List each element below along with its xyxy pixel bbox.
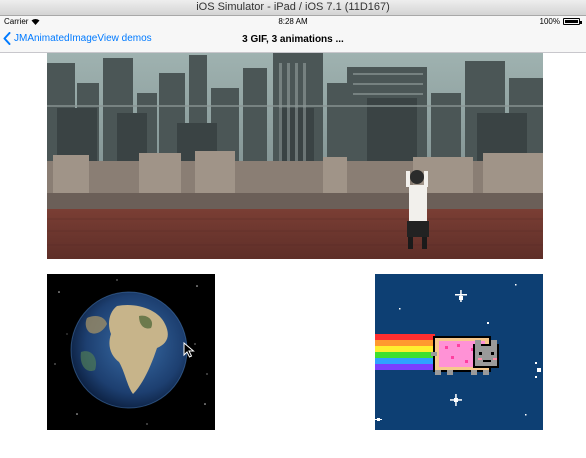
- city-rooftop-gif: [47, 53, 543, 259]
- mouse-pointer-icon: [183, 342, 195, 358]
- navigation-bar: JMAnimatedImageView demos 3 GIF, 3 anima…: [0, 28, 586, 53]
- nyan-cat: [431, 336, 499, 375]
- simulator-window-titlebar: iOS Simulator - iPad / iOS 7.1 (11D167): [0, 0, 586, 16]
- rotating-earth-gif: [47, 274, 215, 430]
- window-title: iOS Simulator - iPad / iOS 7.1 (11D167): [196, 1, 390, 13]
- nyan-cat-gif: [375, 274, 543, 430]
- content-area: [0, 53, 586, 458]
- ios-status-bar: Carrier 8:28 AM 100%: [0, 16, 586, 28]
- nav-title: 3 GIF, 3 animations ...: [242, 34, 344, 45]
- rainbow-trail: [375, 334, 435, 370]
- battery-group: 100%: [539, 17, 582, 26]
- battery-icon: [563, 18, 582, 25]
- status-time: 8:28 AM: [278, 17, 308, 26]
- battery-percent: 100%: [539, 17, 560, 26]
